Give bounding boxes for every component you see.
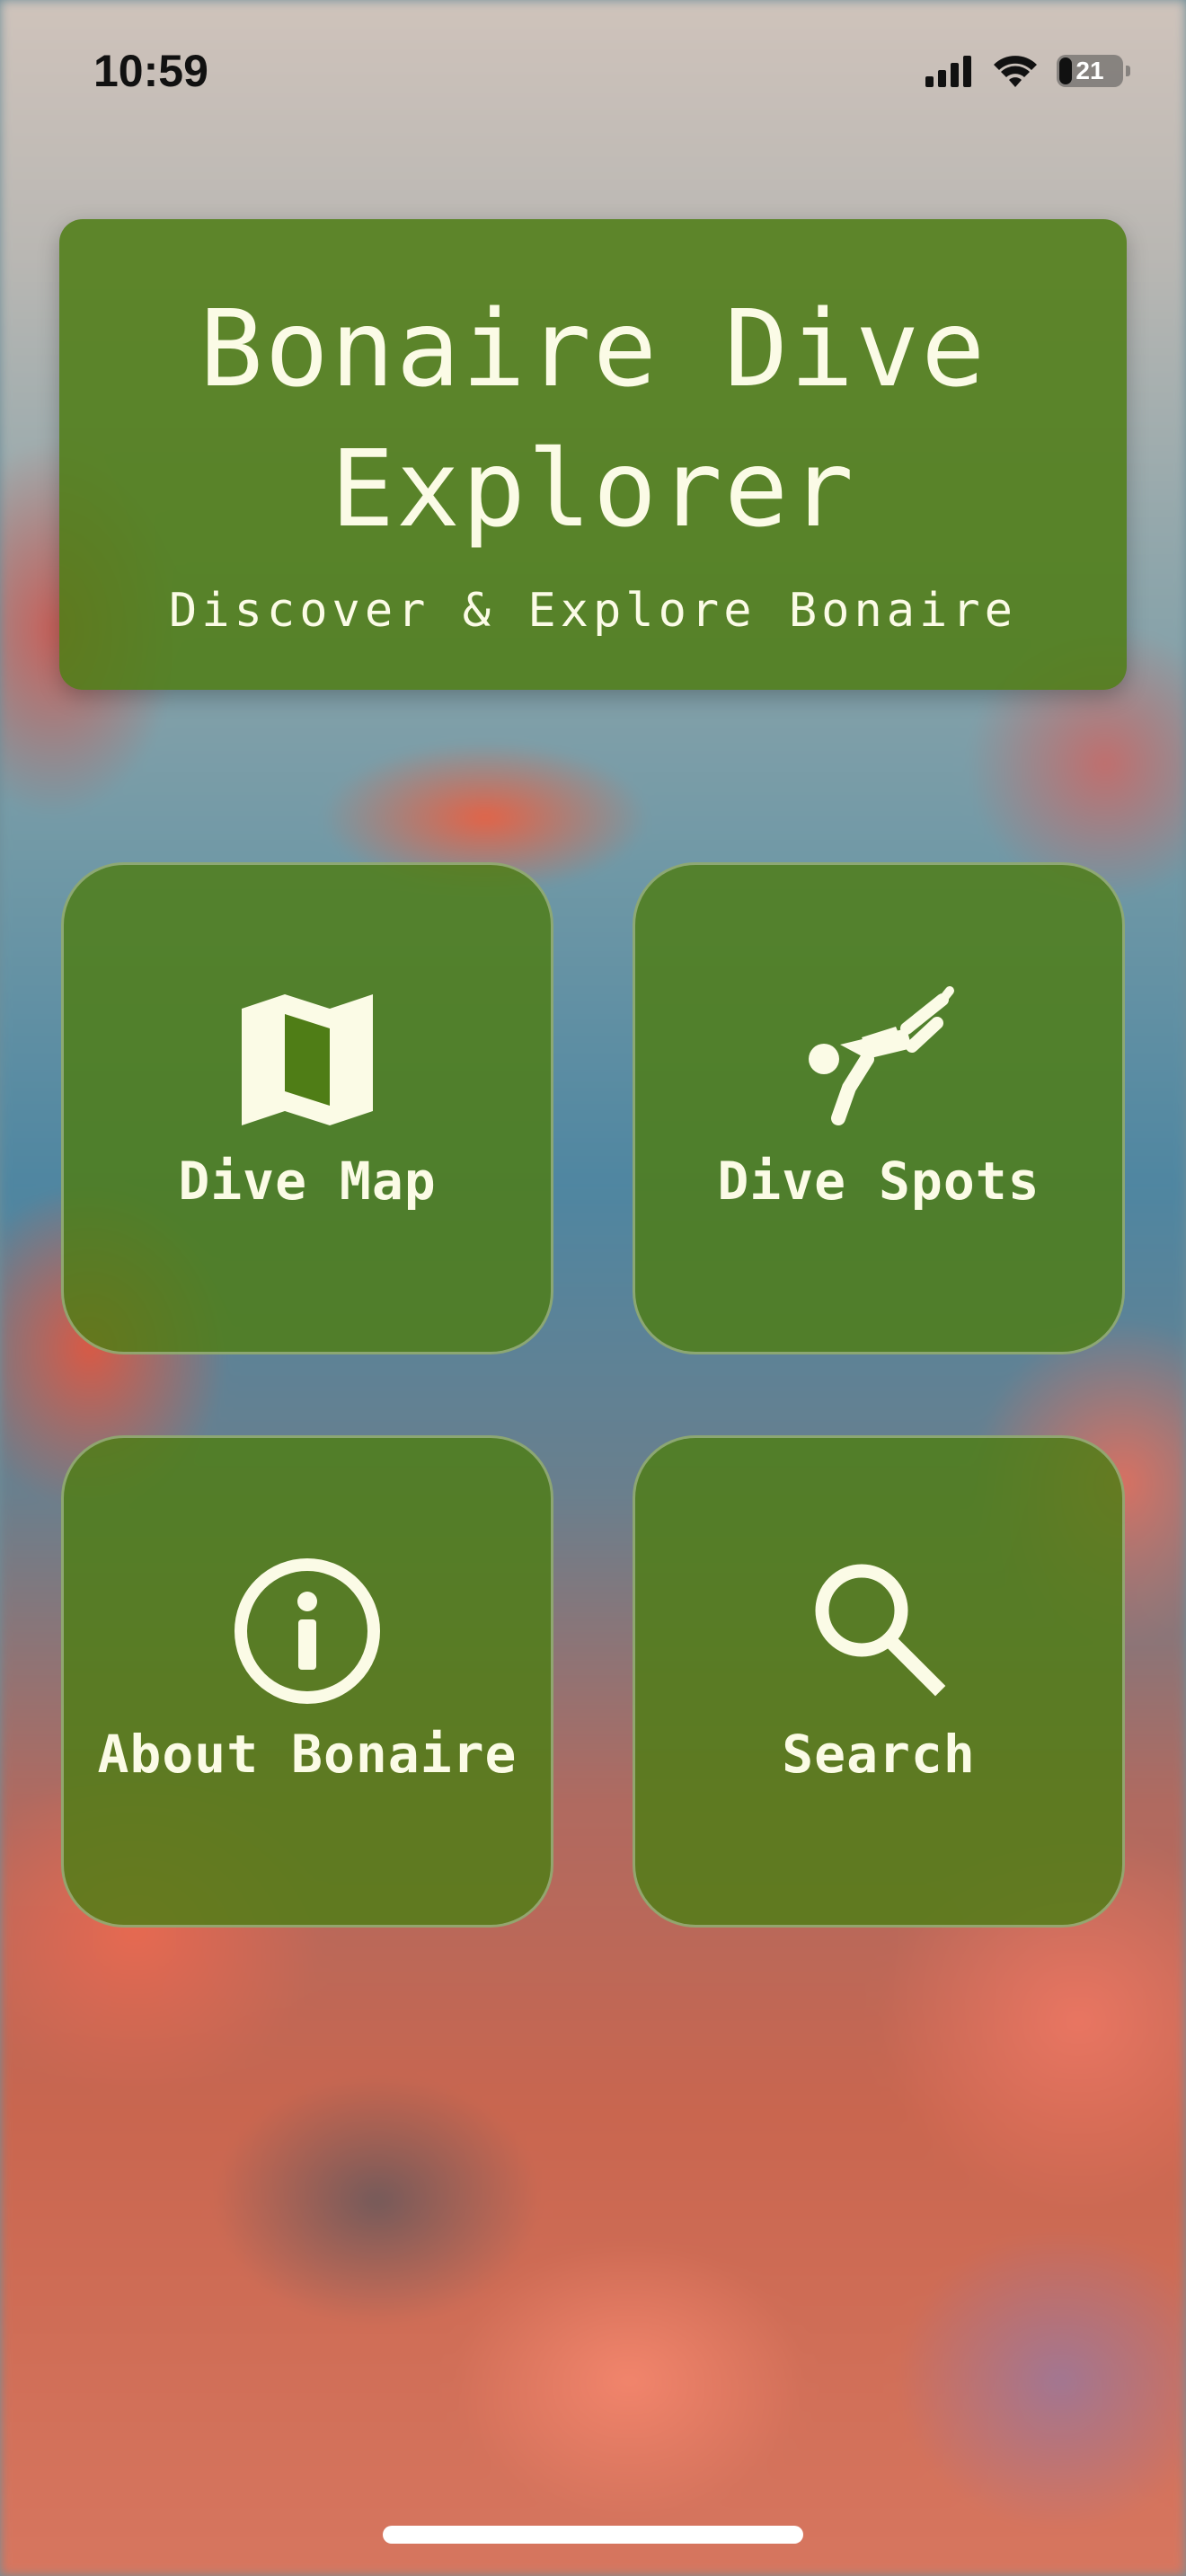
cellular-signal-icon — [925, 56, 971, 87]
info-icon — [235, 1558, 380, 1704]
map-icon — [242, 994, 373, 1125]
home-indicator[interactable] — [383, 2526, 803, 2544]
search-icon — [815, 1564, 946, 1697]
battery-level: 21 — [1075, 57, 1104, 84]
search-button[interactable]: Search — [633, 1435, 1125, 1928]
dive-spots-button[interactable]: Dive Spots — [633, 862, 1125, 1354]
about-bonaire-button[interactable]: About Bonaire — [61, 1435, 553, 1928]
diver-icon — [809, 986, 954, 1125]
tile-label-search: Search — [782, 1724, 976, 1785]
wifi-icon — [994, 56, 1037, 87]
status-bar: 10:59 21 — [0, 0, 1186, 144]
status-time: 10:59 — [93, 46, 208, 96]
battery-icon: 21 — [1057, 55, 1130, 87]
battery-fill — [1059, 57, 1072, 84]
status-icons: 21 — [924, 54, 1130, 88]
app-title: Bonaire Dive Explorer — [199, 287, 987, 551]
dive-map-button[interactable]: Dive Map — [61, 862, 553, 1354]
app-subtitle: Discover & Explore Bonaire — [169, 584, 1017, 638]
tile-label-about-bonaire: About Bonaire — [97, 1724, 518, 1785]
header-card: Bonaire Dive Explorer Discover & Explore… — [59, 219, 1127, 690]
tile-label-dive-map: Dive Map — [178, 1151, 437, 1212]
tile-label-dive-spots: Dive Spots — [717, 1151, 1040, 1212]
